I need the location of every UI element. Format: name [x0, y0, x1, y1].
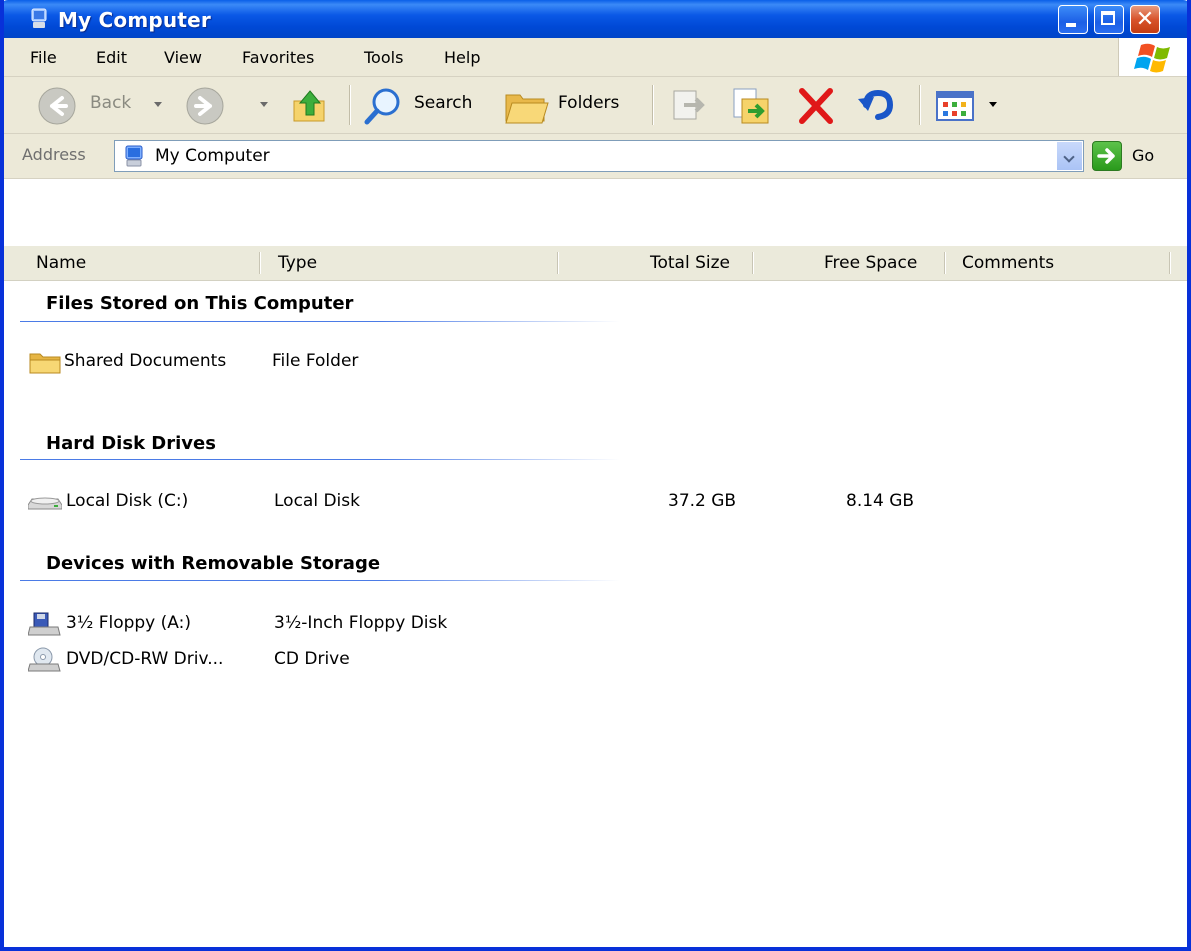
menu-edit[interactable]: Edit [96, 48, 127, 67]
item-type: 3½-Inch Floppy Disk [274, 613, 448, 633]
item-free-space: 8.14 GB [846, 491, 915, 511]
views-icon[interactable] [934, 87, 978, 125]
forward-arrow-icon[interactable] [184, 85, 226, 127]
item-type: Local Disk [274, 491, 360, 511]
address-label: Address [22, 145, 86, 164]
item-name: 3½ Floppy (A:) [66, 613, 191, 633]
address-value: My Computer [155, 146, 270, 166]
menu-help[interactable]: Help [444, 48, 480, 67]
item-name: Shared Documents [64, 351, 227, 371]
column-header-total-size[interactable]: Total Size [650, 246, 730, 280]
address-bar: Address My Computer Go [4, 134, 1187, 179]
item-type: File Folder [272, 351, 359, 371]
list-item[interactable]: Local Disk (C:) Local Disk 37.2 GB 8.14 … [4, 487, 1187, 517]
column-header-comments[interactable]: Comments [962, 246, 1054, 280]
column-resize-handle[interactable] [557, 252, 558, 274]
file-list: Files Stored on This Computer Shared Doc… [4, 281, 1187, 947]
views-dropdown-icon[interactable] [989, 102, 997, 107]
search-button-label[interactable]: Search [414, 93, 472, 113]
column-header-type[interactable]: Type [278, 246, 317, 280]
back-button-label[interactable]: Back [90, 93, 131, 113]
item-total-size: 37.2 GB [668, 491, 737, 511]
go-arrow-icon [1097, 148, 1115, 164]
group-header-removable-storage: Devices with Removable Storage [46, 553, 381, 574]
search-icon[interactable] [362, 85, 404, 127]
item-name: DVD/CD-RW Driv... [66, 649, 224, 669]
close-button[interactable]: ✕ [1130, 5, 1160, 34]
folder-icon [29, 353, 61, 374]
menu-bar: File Edit View Favorites Tools Help [4, 38, 1187, 77]
hard-disk-icon [28, 497, 62, 510]
window-title: My Computer [58, 8, 211, 32]
delete-icon[interactable] [796, 87, 836, 125]
forward-dropdown-icon[interactable] [260, 102, 268, 107]
explorer-window: My Computer ✕ File Edit View Favorites T… [0, 0, 1191, 951]
list-item[interactable]: 3½ Floppy (A:) 3½-Inch Floppy Disk [4, 609, 1187, 639]
list-item[interactable]: DVD/CD-RW Driv... CD Drive [4, 645, 1187, 675]
column-header-free-space[interactable]: Free Space [824, 246, 917, 280]
copy-to-icon[interactable] [728, 85, 774, 127]
go-button[interactable] [1092, 141, 1122, 171]
my-computer-icon [125, 145, 143, 167]
move-to-icon[interactable] [666, 85, 708, 127]
up-folder-icon[interactable] [290, 85, 332, 127]
maximize-button[interactable] [1094, 5, 1124, 34]
my-computer-icon [31, 8, 47, 28]
column-resize-handle[interactable] [944, 252, 945, 274]
standard-toolbar: Back Search Folders [4, 77, 1187, 134]
column-headers: Name Type Total Size Free Space Comments [4, 246, 1187, 281]
menu-view[interactable]: View [164, 48, 202, 67]
group-header-files-stored: Files Stored on This Computer [46, 293, 354, 314]
cd-drive-icon [28, 647, 61, 672]
item-name: Local Disk (C:) [66, 491, 189, 511]
close-icon: ✕ [1135, 7, 1155, 32]
menu-tools[interactable]: Tools [364, 48, 403, 67]
windows-logo [1118, 38, 1187, 76]
menu-favorites[interactable]: Favorites [242, 48, 314, 67]
item-type: CD Drive [274, 649, 350, 669]
list-item[interactable]: Shared Documents File Folder [4, 347, 1187, 377]
address-input[interactable]: My Computer [114, 140, 1084, 172]
minimize-button[interactable] [1058, 5, 1088, 34]
back-dropdown-icon[interactable] [154, 102, 162, 107]
group-header-hard-disk-drives: Hard Disk Drives [46, 433, 216, 454]
windows-flag-icon [1134, 43, 1170, 73]
go-label[interactable]: Go [1132, 146, 1154, 165]
column-resize-handle[interactable] [752, 252, 753, 274]
column-resize-handle[interactable] [259, 252, 260, 274]
address-dropdown-button[interactable] [1056, 142, 1082, 170]
title-bar[interactable]: My Computer ✕ [4, 0, 1187, 38]
menu-file[interactable]: File [30, 48, 57, 67]
column-header-name[interactable]: Name [36, 246, 86, 280]
undo-icon[interactable] [856, 85, 898, 127]
floppy-drive-icon [28, 612, 61, 636]
back-arrow-icon[interactable] [36, 85, 78, 127]
folders-icon[interactable] [504, 85, 550, 127]
column-resize-handle[interactable] [1169, 252, 1170, 274]
folders-button-label[interactable]: Folders [558, 93, 619, 113]
